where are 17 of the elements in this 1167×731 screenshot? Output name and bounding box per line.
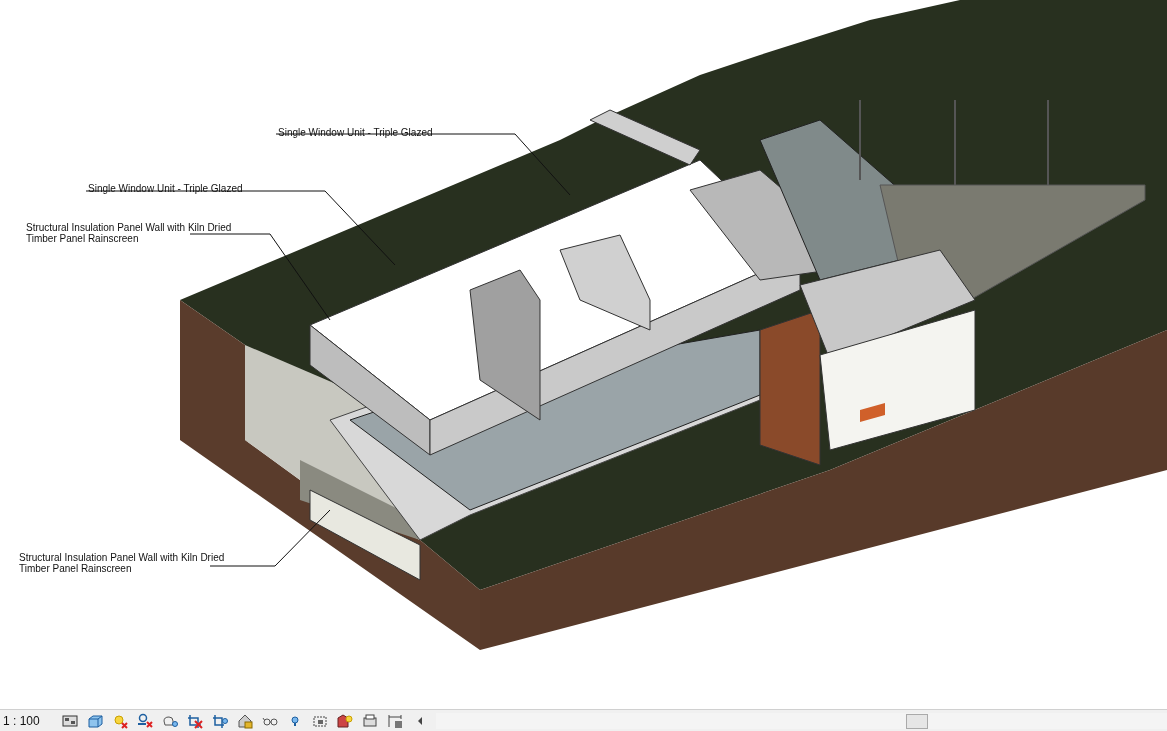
sun-icon[interactable] (111, 712, 128, 729)
annotation-text: Single Window Unit - Triple Glazed (88, 183, 244, 194)
annotation-text: Single Window Unit - Triple Glazed (278, 127, 434, 138)
crop-bulb-icon[interactable] (211, 712, 228, 729)
scrollbar-thumb[interactable] (905, 713, 928, 729)
building-bulb-icon[interactable] (336, 712, 353, 729)
shadow-icon[interactable] (136, 712, 153, 729)
view-scale[interactable]: 1 : 100 (0, 713, 62, 728)
annotation-text: Structural Insulation Panel Wall with Kiln Dried Timber Panel Rainscreen (19, 552, 226, 574)
house-lock-icon[interactable] (236, 712, 253, 729)
horizontal-scrollbar[interactable] (435, 712, 1167, 729)
crop-icon[interactable] (186, 712, 203, 729)
dimension-lock-icon[interactable] (386, 712, 403, 729)
printer-icon[interactable] (361, 712, 378, 729)
annotation-text: Structural Insulation Panel Wall with Kiln Dried Timber Panel Rainscreen (26, 222, 233, 244)
cube-icon[interactable] (86, 712, 103, 729)
checker-icon[interactable] (61, 712, 78, 729)
